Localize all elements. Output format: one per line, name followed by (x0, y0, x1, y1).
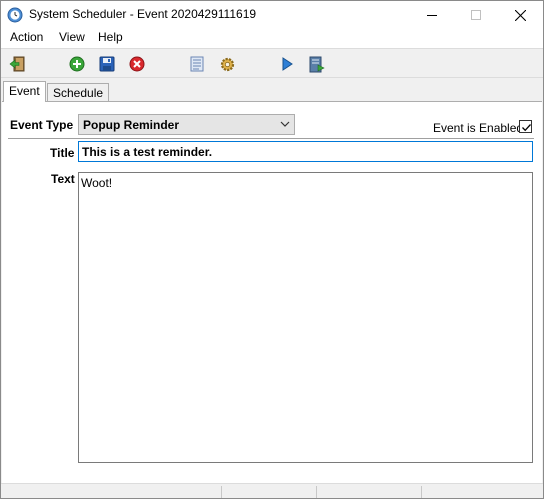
title-label: Title (50, 146, 75, 160)
settings-button[interactable] (218, 55, 236, 73)
delete-button[interactable] (128, 55, 146, 73)
clock-icon[interactable] (7, 7, 23, 23)
close-button[interactable] (498, 1, 543, 29)
menu-help[interactable]: Help (97, 30, 124, 44)
add-event-button[interactable] (68, 55, 86, 73)
status-bar (1, 483, 543, 498)
title-bar[interactable]: System Scheduler - Event 2020429111619 (1, 1, 543, 29)
exit-button[interactable] (9, 55, 27, 73)
tab-schedule[interactable]: Schedule (47, 83, 110, 102)
event-enabled-checkbox[interactable] (519, 120, 532, 133)
add-icon (69, 56, 85, 72)
menu-view[interactable]: View (58, 30, 86, 44)
divider (8, 138, 534, 139)
close-icon (515, 9, 526, 21)
event-type-label: Event Type (10, 118, 74, 132)
maximize-button[interactable] (453, 1, 498, 29)
minimize-icon (426, 15, 437, 16)
save-button[interactable] (98, 55, 116, 73)
checkmark-icon (522, 124, 531, 132)
toolbar (1, 48, 543, 78)
event-panel: Event Type Popup Reminder Event is Enabl… (2, 101, 542, 483)
tab-schedule-label: Schedule (53, 86, 104, 100)
list-button[interactable] (188, 55, 206, 73)
exit-icon (9, 56, 25, 72)
run-icon (282, 57, 293, 71)
title-input[interactable] (78, 141, 533, 162)
status-separator (316, 486, 317, 498)
tab-event-label: Event (9, 84, 40, 98)
text-label: Text (51, 172, 75, 186)
window-title: System Scheduler - Event 2020429111619 (29, 7, 257, 21)
text-textarea[interactable]: Woot! (78, 172, 533, 463)
chevron-down-icon (280, 121, 290, 127)
menu-bar: Action View Help (1, 29, 543, 48)
delete-icon (129, 56, 145, 72)
export-button[interactable] (308, 55, 326, 73)
event-enabled-label: Event is Enabled (433, 121, 524, 135)
save-icon (99, 56, 115, 72)
run-button[interactable] (278, 55, 296, 73)
export-icon (309, 56, 325, 72)
event-type-value: Popup Reminder (83, 118, 180, 132)
status-separator (421, 486, 422, 498)
settings-gear-icon (220, 57, 234, 71)
minimize-button[interactable] (409, 1, 454, 29)
status-separator (221, 486, 222, 498)
event-type-dropdown[interactable]: Popup Reminder (78, 114, 295, 135)
tab-strip: Event Schedule (1, 79, 543, 102)
list-icon (190, 56, 204, 72)
tab-event[interactable]: Event (3, 81, 46, 102)
app-window: System Scheduler - Event 2020429111619 A… (0, 0, 544, 499)
menu-action[interactable]: Action (9, 30, 44, 44)
maximize-icon (470, 10, 481, 20)
